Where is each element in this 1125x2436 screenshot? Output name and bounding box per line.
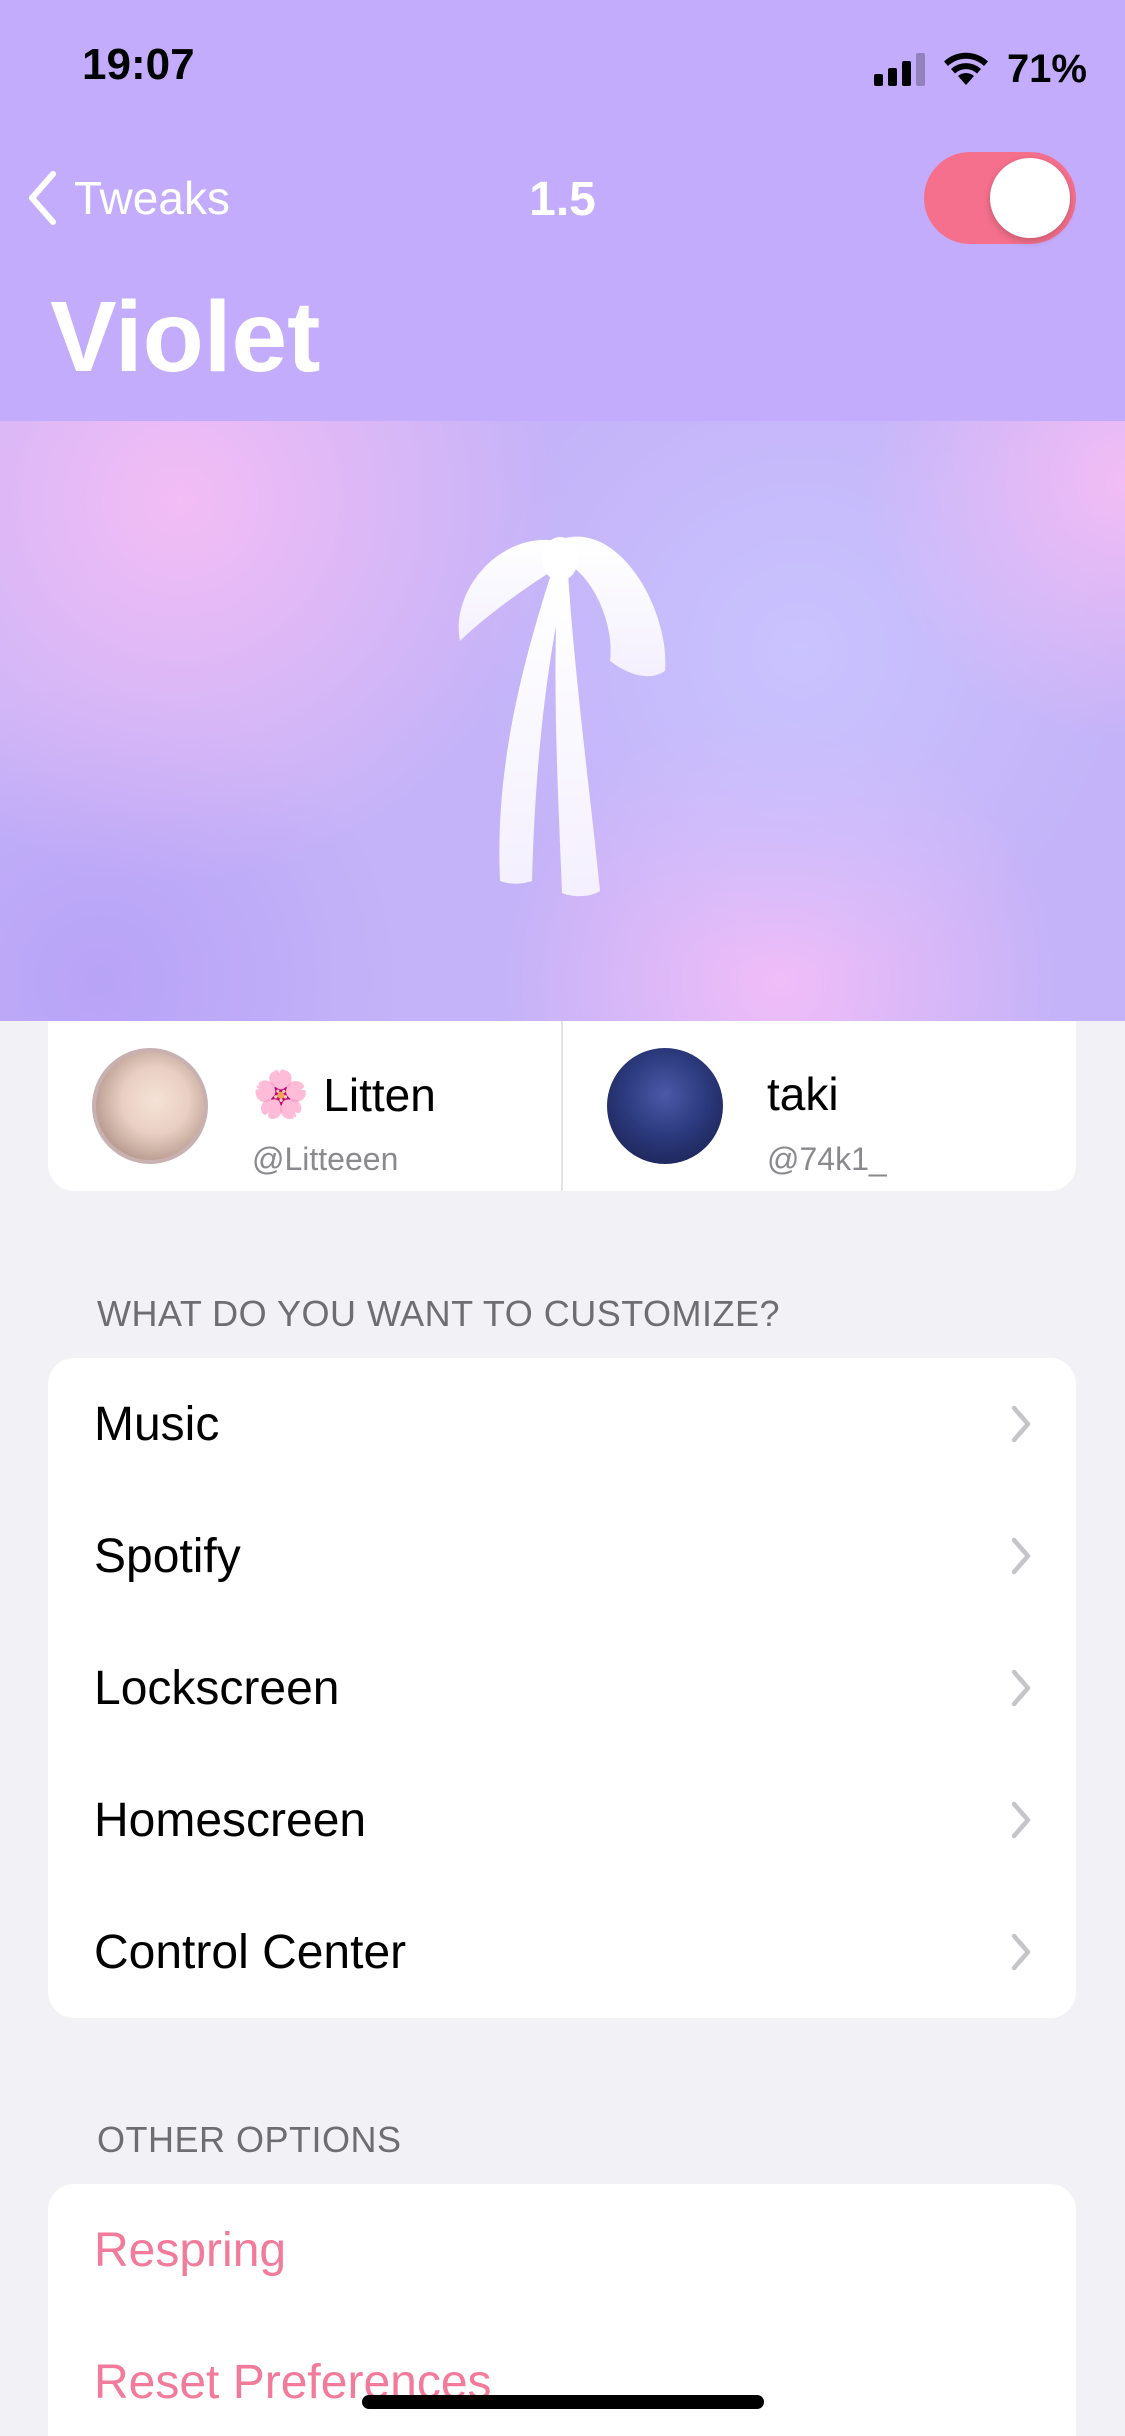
chevron-right-icon — [1011, 1669, 1031, 1707]
list-item-label: Homescreen — [94, 1793, 367, 1847]
ribbon-logo-icon — [458, 536, 666, 897]
wifi-icon — [943, 52, 988, 85]
avatar — [607, 1048, 723, 1164]
cherry-blossom-icon: 🌸 — [252, 1068, 310, 1120]
chevron-right-icon — [1011, 1933, 1031, 1971]
status-bar-right: 71% — [873, 44, 1087, 94]
credit-name: taki — [767, 1067, 839, 1121]
avatar — [92, 1048, 208, 1164]
list-item-homescreen[interactable]: Homescreen — [48, 1754, 1076, 1886]
respring-button[interactable]: Respring — [48, 2184, 1076, 2316]
credit-name-text: taki — [767, 1068, 839, 1120]
list-item-label: Music — [94, 1397, 220, 1451]
credit-handle: @74k1_ — [767, 1141, 887, 1177]
list-item-label: Respring — [94, 2223, 287, 2277]
chevron-right-icon — [1011, 1801, 1031, 1839]
list-item-lockscreen[interactable]: Lockscreen — [48, 1622, 1076, 1754]
list-item-spotify[interactable]: Spotify — [48, 1490, 1076, 1622]
chevron-right-icon — [1011, 1537, 1031, 1575]
chevron-right-icon — [1011, 1405, 1031, 1443]
battery-percentage: 71% — [1006, 46, 1087, 91]
list-item-music[interactable]: Music — [48, 1358, 1076, 1490]
page-title: Violet — [50, 281, 321, 393]
other-options-section-header: OTHER OPTIONS — [97, 2119, 402, 2160]
header-banner — [0, 421, 1125, 1021]
list-item-label: Control Center — [94, 1925, 407, 1979]
list-item-label: Spotify — [94, 1529, 241, 1583]
developer-credits: 🌸 Litten @Litteeen taki @74k1_ — [48, 1021, 1076, 1191]
enable-tweak-toggle[interactable] — [924, 152, 1076, 244]
credit-litten[interactable]: 🌸 Litten @Litteeen — [48, 1021, 561, 1191]
customize-list: Music Spotify Lockscreen Homescreen Cont… — [48, 1358, 1076, 2018]
credit-name-text: Litten — [323, 1068, 436, 1121]
toggle-knob — [990, 158, 1070, 238]
credit-taki[interactable]: taki @74k1_ — [561, 1021, 1076, 1191]
cellular-signal-icon — [873, 52, 925, 86]
list-item-control-center[interactable]: Control Center — [48, 1886, 1076, 2018]
credit-handle: @Litteeen — [252, 1141, 399, 1177]
home-indicator[interactable] — [362, 2395, 764, 2409]
list-item-label: Lockscreen — [94, 1661, 340, 1715]
header: 19:07 71% Tweaks 1.5 Violet — [0, 0, 1125, 421]
reset-preferences-button[interactable]: Reset Preferences — [48, 2316, 1076, 2436]
customize-section-header: WHAT DO YOU WANT TO CUSTOMIZE? — [97, 1293, 781, 1334]
credit-name: 🌸 Litten — [252, 1067, 436, 1122]
status-time: 19:07 — [82, 40, 195, 89]
